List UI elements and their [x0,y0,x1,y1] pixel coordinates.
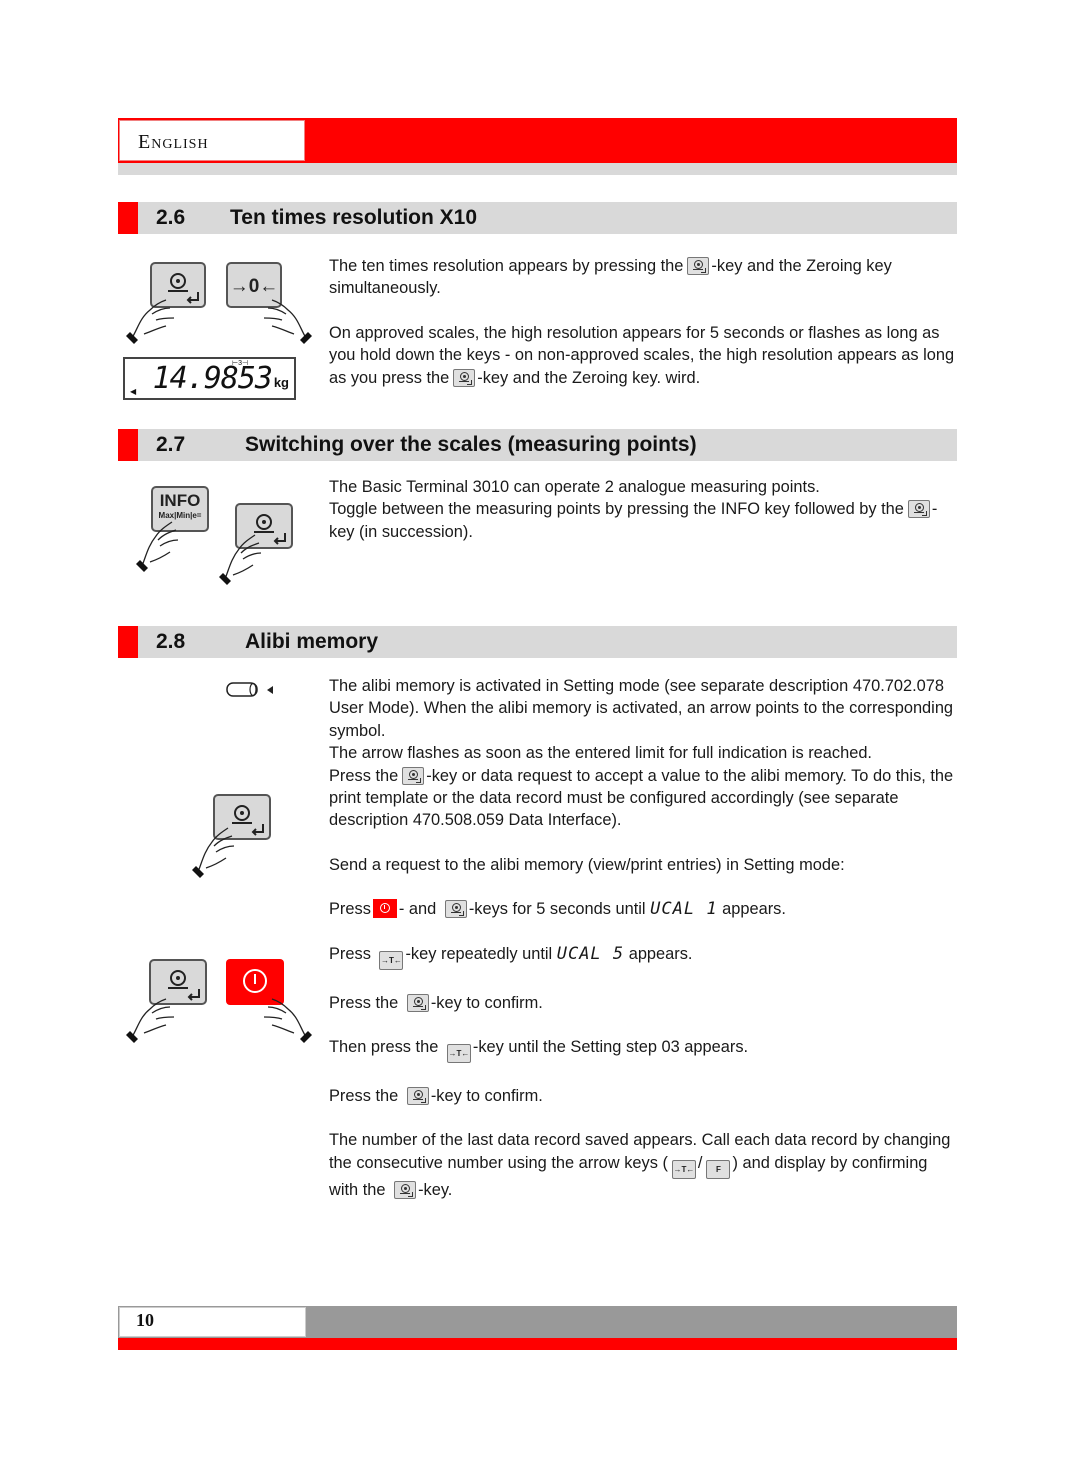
hand-icon [126,299,175,344]
footer-red-band [118,1338,957,1350]
section-marker [118,626,138,658]
step-3: Press the -key to confirm. [329,993,543,1012]
section-heading-2-6: 2.6 Ten times resolution X10 [118,202,957,234]
print-key-icon [444,900,467,919]
display-code: UCAL 5 [556,943,625,964]
tare-up-key-icon: →T← [671,1159,696,1179]
section-heading-2-8: 2.8 Alibi memory [118,626,957,658]
power-key-icon [372,899,397,919]
step-5: Press the -key to confirm. [329,1087,543,1106]
section-title: Alibi memory [245,630,379,653]
section-2-6-body: The ten times resolution appears by pres… [329,255,959,389]
display-value: 14.9853 [152,361,273,396]
step-2: Press →T← -key repeatedly until UCAL 5 ap… [329,943,959,970]
header-language-label: English [138,131,209,153]
paragraph: The Basic Terminal 3010 can operate 2 an… [329,478,820,496]
paragraph: The ten times resolution appears by pres… [329,257,892,298]
print-key-icon [402,766,425,785]
hand-icon [263,299,312,344]
paragraph: The arrow flashes as soon as the entered… [329,744,872,763]
section-title: Switching over the scales (measuring poi… [245,433,697,456]
alibi-memory-symbol-icon [226,682,273,697]
print-key-icon [453,368,476,387]
print-key-icon [406,993,429,1012]
print-key-icon [394,1180,417,1199]
hand-icon [136,521,179,572]
print-key-icon [406,1087,429,1106]
hand-icon [219,534,262,585]
section-marker [118,202,138,234]
paragraph: The number of the last data record saved… [329,1131,951,1199]
hand-icon [126,998,175,1043]
section-heading-2-7: 2.7 Switching over the scales (measuring… [118,429,957,461]
print-key-icon [687,257,710,275]
display-arrow-icon: ◀ [130,387,137,396]
section-2-7-body: The Basic Terminal 3010 can operate 2 an… [329,476,959,543]
paragraph: On approved scales, the high resolution … [329,323,955,387]
section-title: Ten times resolution X10 [230,206,478,229]
step-4: Then press the →T← -key until the Setting… [329,1036,959,1064]
section-2-8-body: The alibi memory is activated in Setting… [329,675,959,1201]
hand-icon [192,827,235,878]
paragraph: Press the -key or data request to accept … [329,766,954,830]
section-number: 2.8 [156,630,186,653]
print-key-icon [907,500,930,519]
tare-up-key-icon: →T← [446,1044,471,1064]
tare-up-key-icon: →T← [379,950,404,970]
section-marker [118,429,138,461]
section-number: 2.7 [156,433,186,456]
paragraph: The alibi memory is activated in Setting… [329,677,954,740]
weight-display: ◀ ⊢3⊣ 14.9853 kg [123,357,296,400]
header-grey-band [118,163,957,175]
hand-icon [263,998,312,1043]
paragraph: Toggle between the measuring points by p… [329,500,938,541]
section-number: 2.6 [156,206,186,229]
display-code: UCAL 1 [650,899,718,920]
paragraph: Send a request to the alibi memory (view… [329,855,845,874]
display-unit: kg [273,375,289,390]
page-number: 10 [136,1310,154,1330]
step-1: Press - and -keys for 5 seconds until UCA… [329,899,786,920]
f-down-key-icon: F [706,1159,731,1179]
